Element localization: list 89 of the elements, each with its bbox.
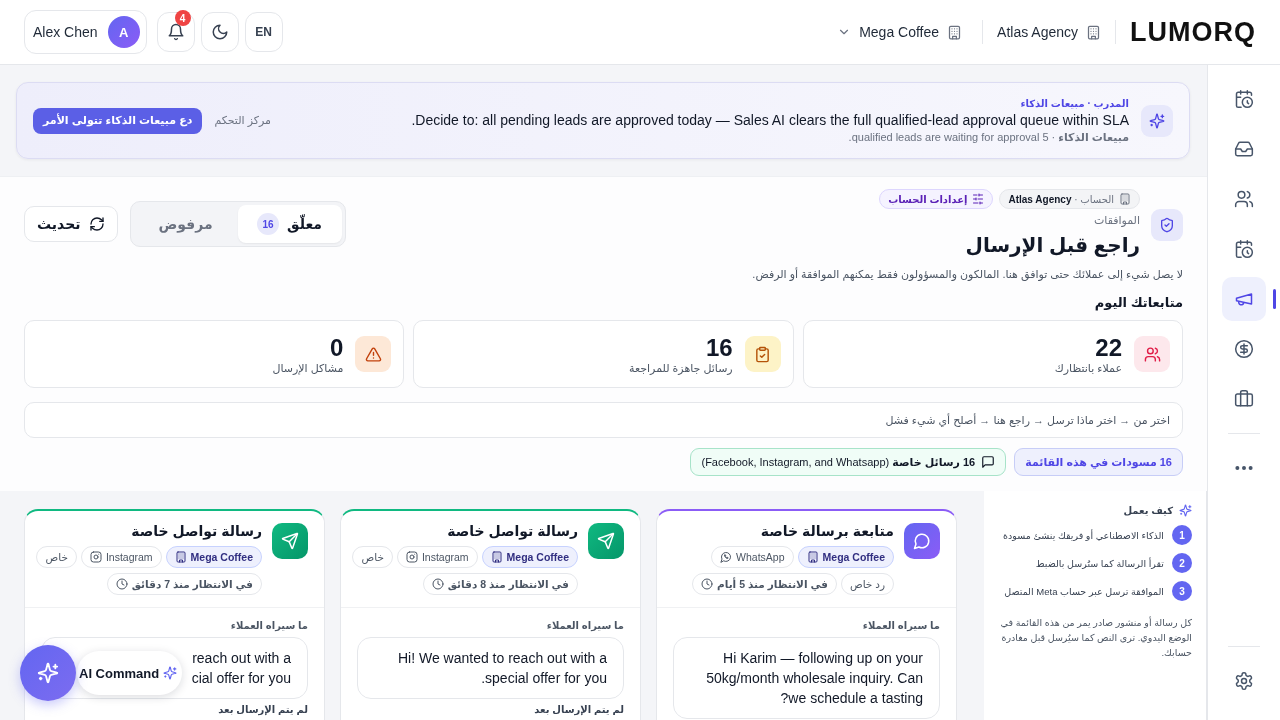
delegate-button[interactable]: دع مبيعات الذكاء تتولى الأمر — [33, 107, 203, 134]
control-center-link[interactable]: مركز التحكم — [214, 114, 271, 127]
building-icon — [174, 551, 187, 563]
more-icon — [1235, 466, 1253, 470]
tag: في الانتظار منذ 7 دقائق — [106, 573, 262, 595]
notifications-button[interactable]: 4 — [156, 12, 195, 52]
send-status: لم يتم الإرسال بعد — [217, 704, 308, 715]
card-title: رسالة تواصل خاصة — [130, 523, 262, 541]
phone-bubble-icon — [720, 551, 733, 563]
step-text: الذكاء الاصطناعي أو فريقك ينشئ مسودة — [1003, 529, 1164, 541]
moon-icon — [210, 23, 229, 41]
status-tab[interactable]: مرفوض — [133, 205, 238, 243]
clock-icon — [115, 578, 128, 590]
tag: WhatsApp — [711, 546, 794, 568]
refresh-icon — [88, 216, 105, 232]
refresh-button[interactable]: تحديث — [24, 206, 118, 242]
building-icon — [806, 551, 819, 563]
tag: في الانتظار منذ 5 أيام — [692, 573, 837, 595]
tag: رد خاص — [840, 573, 894, 595]
sparkle-icon — [1179, 504, 1192, 517]
tag: Instagram — [396, 546, 478, 568]
step-text: الموافقة ترسل عبر حساب Meta المتصل — [1004, 585, 1164, 597]
message-preview: Hi! We wanted to reach out with a special offer for you. — [357, 637, 624, 699]
tag: Mega Coffee — [797, 546, 894, 568]
help-title: كيف يعمل — [1123, 505, 1173, 516]
tag: Mega Coffee — [481, 546, 578, 568]
stat-label: رسائل جاهزة للمراجعة — [629, 361, 733, 375]
card-title: متابعة برسالة خاصة — [759, 523, 894, 541]
tag: Mega Coffee — [165, 546, 262, 568]
stat-value: 0 — [329, 333, 344, 362]
step-number: 1 — [1172, 525, 1192, 545]
calendar-clock-icon — [1234, 239, 1254, 259]
help-note: كل رسالة أو منشور صادر يمر من هذه القائمة في الوضع اليدوي. ترى النص كما سيُرسل قبل مغادرة حسابك. — [999, 615, 1192, 660]
stat-label: عملاء بانتظارك — [1054, 361, 1122, 375]
sliders-icon — [972, 193, 985, 205]
bell-icon — [166, 23, 185, 41]
page-title: راجع قبل الإرسال — [964, 233, 1140, 257]
client-switcher[interactable]: Mega Coffee — [831, 20, 969, 44]
avatar: A — [107, 16, 140, 48]
ai-command-button[interactable]: AI Command — [77, 651, 183, 695]
workflow-steps: اختر من → اختر ماذا ترسل → راجع هنا → أصلح أي شيء فشل — [24, 402, 1183, 438]
camera-icon — [89, 551, 102, 563]
preview-label: ما سيراه العملاء — [229, 620, 308, 631]
section-eyebrow: الموافقات — [1092, 214, 1140, 227]
building-icon — [1086, 24, 1101, 40]
inbox-icon — [1234, 139, 1254, 159]
building-icon — [1119, 193, 1131, 205]
camera-icon — [405, 551, 418, 563]
building-icon — [947, 24, 963, 40]
tag: خاص — [352, 546, 393, 568]
nav-item[interactable] — [1222, 277, 1266, 321]
tag: خاص — [36, 546, 77, 568]
account-settings-chip[interactable]: إعدادات الحساب — [879, 189, 994, 209]
drafts-count-chip: 16 مسودات في هذه القائمة — [1014, 448, 1183, 476]
step-number: 2 — [1172, 553, 1192, 573]
count-badge: 16 — [257, 213, 280, 235]
card-title: رسالة تواصل خاصة — [446, 523, 578, 541]
notification-badge: 4 — [174, 10, 191, 26]
tag: في الانتظار منذ 8 دقائق — [422, 573, 578, 595]
dollar-icon — [1234, 339, 1254, 359]
clock-icon — [701, 578, 713, 590]
preview-label: ما سيراه العملاء — [545, 620, 624, 631]
sparkle-icon — [37, 662, 59, 684]
sparkle-icon — [163, 666, 178, 680]
send-status: لم يتم الإرسال بعد — [533, 704, 624, 715]
clock-icon — [431, 578, 444, 590]
logo: LUMORQ — [1130, 16, 1256, 48]
building-icon — [490, 551, 503, 563]
section-heading: متابعاتك اليوم — [1093, 295, 1183, 310]
calendar-clock-icon — [1234, 89, 1254, 109]
stat-label: مشاكل الإرسال — [272, 361, 344, 375]
step-text: تقرأ الرسالة كما ستُرسل بالضبط — [1035, 557, 1164, 569]
briefcase-icon — [1234, 389, 1254, 409]
language-button[interactable]: EN — [244, 12, 283, 52]
preview-label: ما سيراه العملاء — [861, 620, 940, 631]
page-description: لا يصل شيء إلى عملائك حتى توافق هنا. المالكون والمسؤولون فقط يمكنهم الموافقة أو الرفض. — [751, 268, 1183, 281]
settings-icon — [1234, 671, 1254, 691]
stat-value: 16 — [704, 333, 733, 362]
message-preview: Hi Karim — following up on your 50kg/month wholesale inquiry. Can we schedule a tasting? — [673, 637, 940, 719]
user-menu-button[interactable]: Alex Chen A — [24, 10, 147, 54]
tag: Instagram — [80, 546, 162, 568]
message-icon — [981, 455, 996, 469]
theme-toggle-button[interactable] — [200, 12, 239, 52]
banner-headline: Decide to: all pending leads are approved today — Sales AI clears the full qualified-lead approval queue within SLA. — [410, 111, 1129, 128]
banner-eyebrow: المدرب · مبيعات الذكاء — [1019, 97, 1129, 109]
stat-value: 22 — [1094, 333, 1122, 362]
step-number: 3 — [1172, 581, 1192, 601]
agency-name: Atlas Agency — [997, 24, 1078, 40]
people-icon — [1234, 189, 1254, 209]
